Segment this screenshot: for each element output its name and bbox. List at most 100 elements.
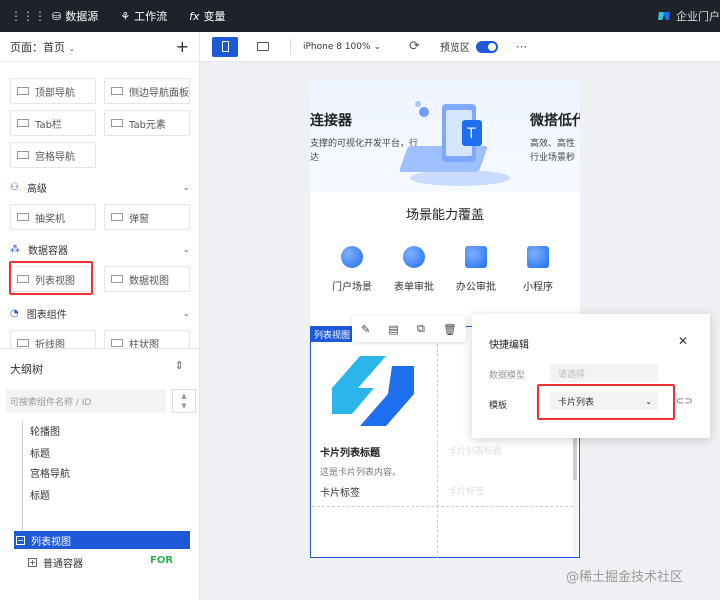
tree-item[interactable]: 标题 [30, 487, 50, 502]
tree-item-label: 普通容器 [43, 559, 83, 570]
up-icon: ▲ [181, 392, 187, 400]
device-select[interactable]: iPhone 8 100% ⌄ [303, 42, 381, 52]
tree-item-label: 列表视图 [31, 536, 71, 548]
banner[interactable]: 连接器 支撑的可视化开发平台，行 达 T 微搭低代 高效、高性 行业场景秒 [310, 80, 580, 192]
component-lottery[interactable]: 抽奖机 [10, 204, 96, 230]
delete-icon[interactable]: 🗑 [443, 323, 457, 336]
brand-name: 企业门户 [676, 10, 720, 23]
down-icon: ▼ [181, 402, 187, 410]
portal-icon [341, 246, 363, 268]
scene-item-miniapp[interactable]: 小程序 [508, 246, 568, 293]
page-selector[interactable]: 页面：首页 ⌄ + [0, 32, 199, 62]
device-label: iPhone 8 100% [303, 41, 371, 52]
card-divider [437, 344, 438, 558]
apps-grid-icon[interactable]: ⋮⋮⋮ [10, 9, 46, 23]
data-model-select[interactable]: 请选择 [550, 364, 658, 382]
for-badge: FOR [150, 555, 174, 566]
banner-desc-right: 高效、高性 [530, 139, 576, 149]
section-label: 高级 [26, 184, 47, 195]
variable-menu[interactable]: fx 变量 [189, 8, 225, 24]
card-title: 卡片列表标题 [320, 448, 380, 459]
component-bar-chart[interactable]: 柱状图 [104, 330, 190, 348]
card-divider [312, 506, 578, 507]
brand[interactable]: 企业门户 [657, 0, 720, 32]
section-advanced[interactable]: ⚇ 高级 ⌄ [10, 180, 190, 195]
workflow-menu[interactable]: ⚘ 工作流 [120, 8, 167, 24]
banner-illustration: T [399, 101, 510, 186]
quick-edit-title: 快捷编辑 [489, 340, 529, 351]
component-label: 数据视图 [129, 275, 169, 287]
chevron-down-icon: ⌄ [182, 182, 190, 193]
component-label: 宫格导航 [35, 151, 75, 163]
component-icon [111, 339, 123, 347]
add-page-icon[interactable]: + [176, 37, 189, 56]
card-logo [332, 356, 414, 426]
component-side-nav[interactable]: 侧边导航面板 [104, 78, 190, 104]
miniapp-icon [527, 246, 549, 268]
watermark: @稀土掘金技术社区 [566, 570, 684, 585]
tree-item-selected[interactable]: − 列表视图 [14, 531, 190, 549]
copy-icon[interactable]: ⧉ [417, 322, 425, 336]
component-library: 顶部导航 侧边导航面板 Tab栏 Tab元素 宫格导航 ⚇ 高级 ⌄ 抽奖机 弹窗… [0, 62, 200, 348]
component-icon [111, 119, 123, 127]
tree-item[interactable]: 轮播图 [30, 423, 60, 438]
highlight-template [537, 384, 675, 420]
link-icon[interactable]: ⊂⊃ [676, 396, 693, 407]
close-icon[interactable]: ✕ [678, 334, 688, 348]
scene-label: 办公审批 [456, 282, 496, 293]
banner-title-left: 连接器 [310, 113, 352, 129]
component-grid-nav[interactable]: 宫格导航 [10, 142, 96, 168]
component-label: 柱状图 [129, 339, 159, 349]
left-panel: 页面：首页 ⌄ + 顶部导航 侧边导航面板 Tab栏 Tab元素 宫格导航 ⚇ 高… [0, 32, 200, 600]
chevron-down-icon: ⌄ [182, 244, 190, 255]
chevron-down-icon: ⌄ [68, 43, 76, 53]
expand-collapse-icon[interactable]: ⇕ [175, 359, 184, 372]
advanced-icon: ⚇ [10, 182, 19, 193]
scene-item-portal[interactable]: 门户场景 [322, 246, 382, 293]
more-icon[interactable]: ··· [516, 40, 527, 54]
component-tab-element[interactable]: Tab元素 [104, 110, 190, 136]
component-tabbar[interactable]: Tab栏 [10, 110, 96, 136]
section-label: 图表组件 [26, 310, 67, 321]
desktop-view-button[interactable] [250, 37, 276, 57]
banner-title-right: 微搭低代 [530, 113, 580, 129]
component-top-nav[interactable]: 顶部导航 [10, 78, 96, 104]
save-icon[interactable]: ▤ [388, 323, 398, 336]
card-desc: 这是卡片列表内容。 [320, 468, 402, 478]
section-data-container[interactable]: ⁂ 数据容器 ⌄ [10, 242, 190, 257]
component-data-view[interactable]: 数据视图 [104, 266, 190, 292]
highlight-list-view [9, 261, 93, 295]
banner-desc-left-2: 达 [310, 153, 320, 163]
component-line-chart[interactable]: 折线图 [10, 330, 96, 348]
component-label: 折线图 [35, 339, 65, 349]
component-icon [17, 151, 29, 159]
collapse-icon[interactable]: − [16, 535, 25, 545]
top-bar: ⋮⋮⋮ ⛁ 数据源 ⚘ 工作流 fx 变量 企业门户 [0, 0, 720, 32]
brand-logo-icon [658, 12, 670, 20]
preview-toggle[interactable] [475, 40, 498, 53]
section-label: 数据容器 [28, 246, 68, 257]
tree-item[interactable]: 宫格导航 [30, 465, 70, 480]
component-icon [17, 119, 29, 127]
outline-tree-panel: 大纲树 ⇕ 可搜索组件名称 / ID ▲ ▼ 轮播图 标题 宫格导航 标题 − 列… [0, 348, 200, 600]
office-icon [465, 246, 487, 268]
component-popup[interactable]: 弹窗 [104, 204, 190, 230]
mobile-view-button[interactable] [212, 36, 238, 57]
component-label: 侧边导航面板 [129, 87, 189, 99]
outline-search-input[interactable]: 可搜索组件名称 / ID [6, 389, 166, 413]
scene-label: 门户场景 [332, 282, 372, 293]
edit-icon[interactable]: ✎ [361, 323, 370, 336]
collapse-stepper[interactable]: ▲ ▼ [172, 389, 196, 413]
scene-item-form[interactable]: 表单审批 [384, 246, 444, 293]
component-label: 抽奖机 [35, 213, 65, 225]
scene-item-office[interactable]: 办公审批 [446, 246, 506, 293]
refresh-icon[interactable]: ⟳ [409, 39, 420, 54]
tree-item[interactable]: 标题 [30, 445, 50, 460]
preview-label: 预览区 [439, 43, 470, 54]
expand-icon[interactable]: + [28, 558, 37, 567]
section-charts[interactable]: ◔ 图表组件 ⌄ [10, 306, 190, 321]
tree-item-child[interactable]: + 普通容器 [28, 555, 83, 570]
workflow-icon: ⚘ [120, 9, 131, 23]
chevron-down-icon: ⌄ [373, 41, 381, 52]
datasource-menu[interactable]: ⛁ 数据源 [52, 8, 98, 24]
